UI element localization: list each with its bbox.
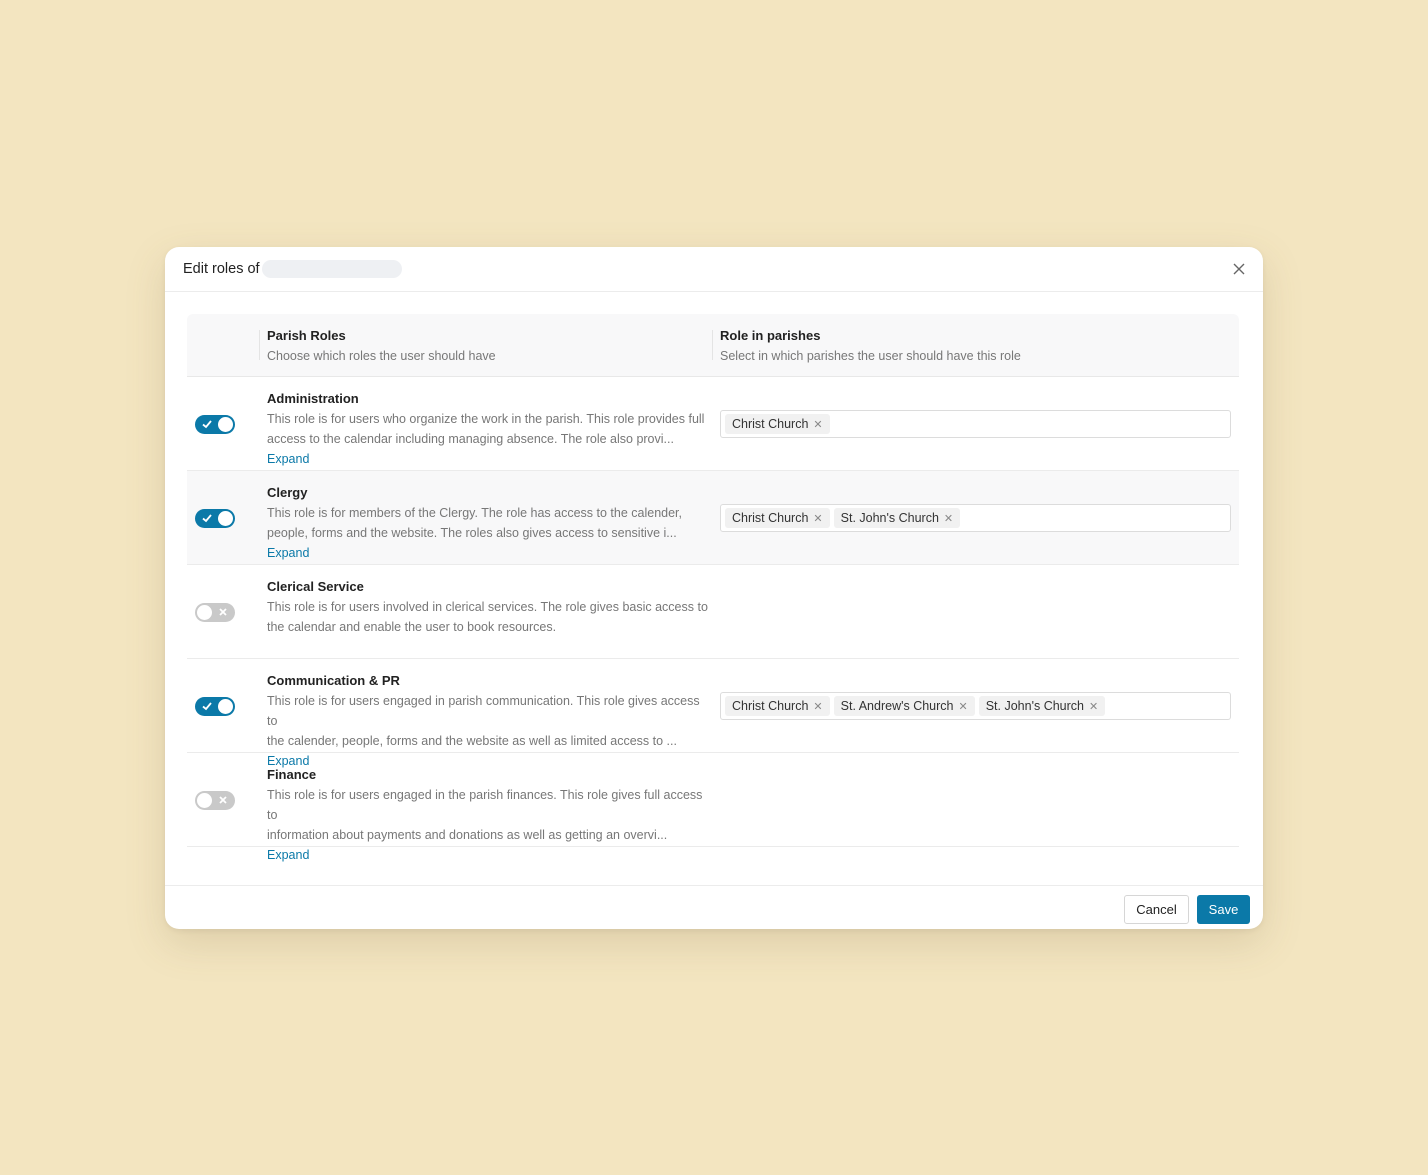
toggle-knob — [218, 417, 233, 432]
close-button[interactable] — [1229, 259, 1249, 279]
role-description: This role is for users involved in cleri… — [267, 597, 712, 637]
column-divider — [712, 330, 713, 360]
column-divider — [259, 330, 260, 360]
x-icon — [219, 796, 227, 804]
role-description-line: the calendar and enable the user to book… — [267, 620, 557, 634]
role-name: Finance — [267, 767, 317, 782]
role-name: Communication & PR — [267, 673, 400, 688]
parish-select-communication-pr[interactable]: Christ Church ✕ St. Andrew's Church ✕ St. … — [720, 692, 1231, 720]
role-info: Administration This role is for users wh… — [267, 391, 712, 469]
role-info: Clergy This role is for members of the C… — [267, 485, 712, 563]
role-name: Administration — [267, 391, 359, 406]
edit-roles-dialog: Edit roles of Parish Roles Choose which … — [165, 247, 1263, 929]
toggle-knob — [197, 605, 212, 620]
check-icon — [202, 420, 212, 429]
role-description: This role is for users engaged in the pa… — [267, 785, 712, 865]
remove-tag-icon[interactable]: ✕ — [813, 700, 822, 713]
role-name: Clerical Service — [267, 579, 364, 594]
expand-link[interactable]: Expand — [267, 848, 309, 862]
parish-tag: St. John's Church ✕ — [978, 696, 1106, 716]
role-description-line: This role is for members of the Clergy. … — [267, 506, 683, 520]
parish-select-administration[interactable]: Christ Church ✕ — [720, 410, 1231, 438]
parish-tag-label: Christ Church — [732, 699, 809, 713]
parish-tag: Christ Church ✕ — [725, 414, 830, 434]
role-toggle-clerical-service[interactable] — [195, 603, 235, 622]
role-description-line: This role is for users engaged in parish… — [267, 694, 700, 728]
roles-table: Parish Roles Choose which roles the user… — [187, 314, 1239, 862]
parish-tag-label: St. Andrew's Church — [840, 699, 954, 713]
column-header-parishes: Role in parishes Select in which parishe… — [720, 328, 1021, 363]
role-description-line: This role is for users who organize the … — [267, 412, 705, 426]
role-row-finance: Finance This role is for users engaged i… — [187, 753, 1239, 862]
parish-tag-label: Christ Church — [732, 511, 809, 525]
expand-link[interactable]: Expand — [267, 546, 309, 560]
role-name: Clergy — [267, 485, 308, 500]
role-description-line: access to the calendar including managin… — [267, 432, 674, 446]
dialog-header: Edit roles of — [165, 247, 1263, 292]
role-description-line: the calender, people, forms and the webs… — [267, 734, 677, 748]
parish-select-clergy[interactable]: Christ Church ✕ St. John's Church ✕ — [720, 504, 1231, 532]
parish-tag-label: Christ Church — [732, 417, 809, 431]
role-info: Finance This role is for users engaged i… — [267, 767, 712, 865]
column-title-roles: Parish Roles — [267, 328, 346, 343]
role-info: Clerical Service This role is for users … — [267, 579, 712, 637]
close-icon — [1233, 263, 1245, 275]
toggle-knob — [218, 699, 233, 714]
parish-tag-label: St. John's Church — [840, 511, 939, 525]
toggle-knob — [197, 793, 212, 808]
role-description-line: This role is for users engaged in the pa… — [267, 788, 703, 822]
cancel-button[interactable]: Cancel — [1124, 895, 1189, 924]
save-button[interactable]: Save — [1197, 895, 1250, 924]
check-icon — [202, 702, 212, 711]
parish-tag-label: St. John's Church — [985, 699, 1084, 713]
user-name-placeholder — [261, 260, 402, 278]
expand-link[interactable]: Expand — [267, 452, 309, 466]
role-description: This role is for members of the Clergy. … — [267, 503, 712, 563]
x-icon — [219, 608, 227, 616]
role-row-administration: Administration This role is for users wh… — [187, 377, 1239, 471]
table-header: Parish Roles Choose which roles the user… — [187, 314, 1239, 377]
parish-tag: Christ Church ✕ — [725, 508, 830, 528]
toggle-knob — [218, 511, 233, 526]
role-toggle-administration[interactable] — [195, 415, 235, 434]
column-subtitle-roles: Choose which roles the user should have — [267, 349, 496, 363]
role-toggle-finance[interactable] — [195, 791, 235, 810]
check-icon — [202, 514, 212, 523]
column-title-parishes: Role in parishes — [720, 328, 821, 343]
parish-tag: St. Andrew's Church ✕ — [833, 696, 975, 716]
dialog-title: Edit roles of — [183, 261, 260, 277]
parish-tag: Christ Church ✕ — [725, 696, 830, 716]
remove-tag-icon[interactable]: ✕ — [1089, 700, 1098, 713]
role-row-communication-pr: Communication & PR This role is for user… — [187, 659, 1239, 768]
column-header-roles: Parish Roles Choose which roles the user… — [267, 328, 496, 363]
remove-tag-icon[interactable]: ✕ — [813, 418, 822, 431]
remove-tag-icon[interactable]: ✕ — [813, 512, 822, 525]
role-description-line: This role is for users involved in cleri… — [267, 600, 708, 614]
remove-tag-icon[interactable]: ✕ — [959, 700, 968, 713]
role-description-line: information about payments and donations… — [267, 828, 668, 842]
remove-tag-icon[interactable]: ✕ — [944, 512, 953, 525]
role-row-clerical-service: Clerical Service This role is for users … — [187, 565, 1239, 659]
role-row-clergy: Clergy This role is for members of the C… — [187, 471, 1239, 565]
parish-tag: St. John's Church ✕ — [833, 508, 961, 528]
role-description: This role is for users who organize the … — [267, 409, 712, 469]
role-toggle-communication-pr[interactable] — [195, 697, 235, 716]
role-toggle-clergy[interactable] — [195, 509, 235, 528]
dialog-footer: Cancel Save — [165, 885, 1263, 929]
column-subtitle-parishes: Select in which parishes the user should… — [720, 349, 1021, 363]
role-description-line: people, forms and the website. The roles… — [267, 526, 677, 540]
